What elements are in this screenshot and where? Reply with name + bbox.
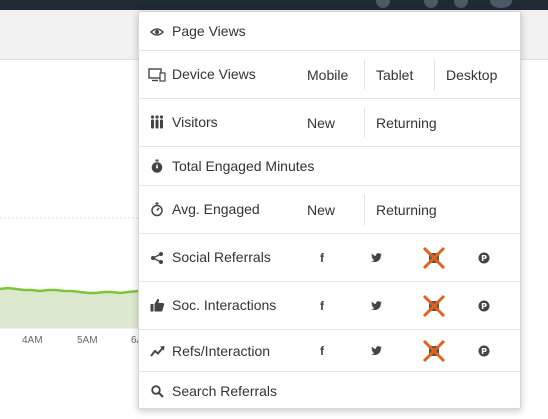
- pinterest-icon[interactable]: P: [476, 282, 492, 329]
- linkedin-disabled-icon: [422, 234, 446, 281]
- menu-item-label: Avg. Engaged: [172, 201, 260, 217]
- twitter-icon[interactable]: [368, 282, 384, 329]
- stopwatch-icon: [149, 158, 165, 174]
- twitter-icon[interactable]: [368, 330, 384, 371]
- pinterest-icon[interactable]: P: [476, 330, 492, 371]
- option-desktop[interactable]: Desktop: [446, 51, 497, 98]
- thumbs-up-icon: [149, 297, 165, 313]
- facebook-icon[interactable]: f: [314, 330, 330, 371]
- facebook-icon[interactable]: f: [314, 234, 330, 281]
- menu-item-soc-interactions[interactable]: Soc. Interactions f P: [139, 282, 520, 330]
- menu-item-search-referrals[interactable]: Search Referrals: [139, 372, 520, 409]
- search-icon[interactable]: [424, 0, 438, 8]
- pinterest-icon[interactable]: P: [476, 234, 492, 281]
- x-tick-label: 4AM: [22, 335, 43, 346]
- menu-item-label: Page Views: [172, 23, 246, 39]
- menu-item-avg-engaged[interactable]: Avg. Engaged New Returning: [139, 186, 520, 234]
- menu-item-label: Soc. Interactions: [172, 297, 277, 313]
- devices-icon: [148, 67, 166, 83]
- divider: [364, 194, 365, 225]
- timer-icon: [149, 201, 165, 217]
- eye-icon: [149, 24, 165, 40]
- linkedin-disabled-icon: [422, 282, 446, 329]
- linkedin-disabled-icon: [422, 330, 446, 371]
- option-tablet[interactable]: Tablet: [376, 51, 413, 98]
- menu-item-label: Search Referrals: [172, 383, 278, 399]
- svg-text:P: P: [481, 254, 487, 263]
- menu-item-refs-interaction[interactable]: Refs/Interaction f P: [139, 330, 520, 372]
- user-avatar[interactable]: [490, 0, 512, 8]
- facebook-icon[interactable]: f: [314, 282, 330, 329]
- menu-item-label: Total Engaged Minutes: [172, 158, 315, 174]
- menu-item-total-engaged-minutes[interactable]: Total Engaged Minutes: [139, 147, 520, 186]
- option-mobile[interactable]: Mobile: [307, 51, 348, 98]
- metric-dropdown-menu: Page Views Device Views Mobile Tablet De…: [138, 11, 521, 409]
- area-fill: [0, 288, 138, 328]
- menu-item-label: Visitors: [172, 114, 218, 130]
- search-icon: [149, 383, 165, 399]
- menu-item-label: Device Views: [172, 66, 256, 82]
- svg-text:P: P: [481, 302, 487, 311]
- star-icon[interactable]: [454, 0, 468, 8]
- option-returning[interactable]: Returning: [376, 186, 437, 233]
- divider: [364, 59, 365, 90]
- notification-icon[interactable]: [376, 0, 390, 8]
- divider: [434, 59, 435, 90]
- menu-item-label: Refs/Interaction: [172, 343, 271, 359]
- menu-item-label: Social Referrals: [172, 249, 271, 265]
- x-tick-label: 5AM: [77, 335, 98, 346]
- option-new[interactable]: New: [307, 186, 335, 233]
- divider: [364, 107, 365, 138]
- people-icon: [149, 114, 165, 130]
- option-returning[interactable]: Returning: [376, 99, 437, 146]
- share-icon: [149, 250, 165, 266]
- trend-icon: [149, 343, 165, 359]
- svg-text:P: P: [481, 347, 487, 356]
- option-new[interactable]: New: [307, 99, 335, 146]
- menu-item-visitors[interactable]: Visitors New Returning: [139, 99, 520, 147]
- twitter-icon[interactable]: [368, 234, 384, 281]
- top-nav-bar: [0, 0, 548, 10]
- menu-item-device-views[interactable]: Device Views Mobile Tablet Desktop: [139, 51, 520, 99]
- menu-item-social-referrals[interactable]: Social Referrals f P: [139, 234, 520, 282]
- menu-item-page-views[interactable]: Page Views: [139, 12, 520, 51]
